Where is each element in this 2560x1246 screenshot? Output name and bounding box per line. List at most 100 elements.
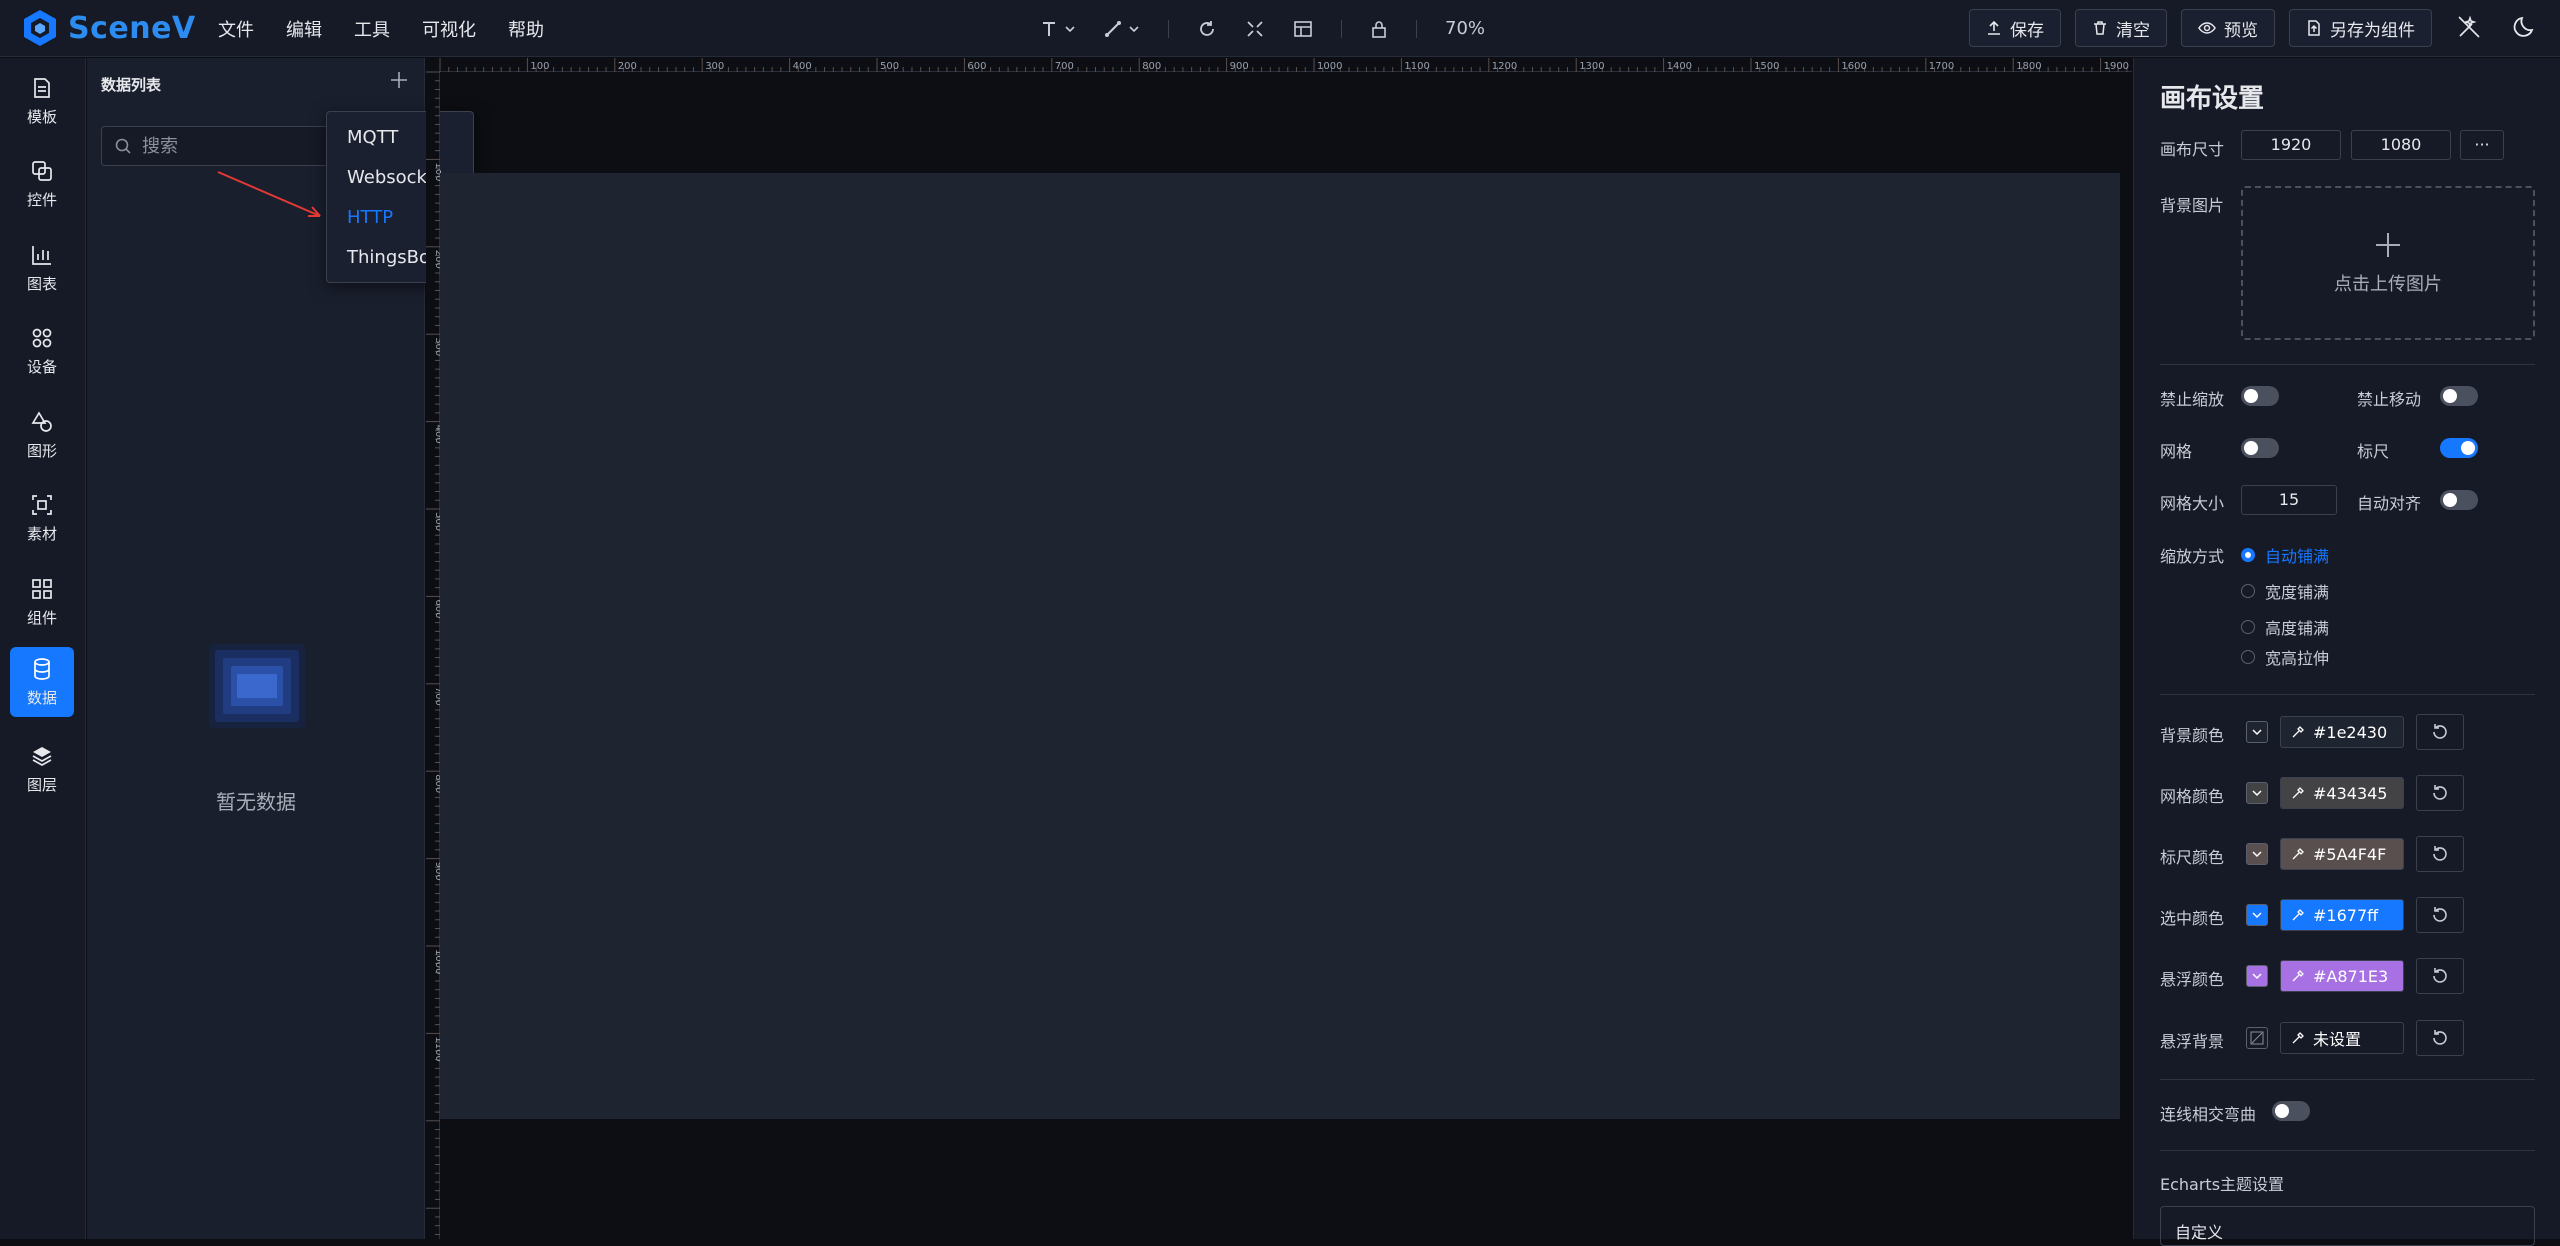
grid-switch[interactable] [2241,438,2279,458]
nav-shapes[interactable]: 图形 [10,400,74,470]
nav-label: 图形 [26,441,57,460]
empty-text: 暂无数据 [216,790,296,814]
ruler-label: 900 [1230,61,1249,72]
color-value-field[interactable]: #1e2430 [2280,716,2404,748]
reset-icon [2433,785,2447,800]
color-label: 背景颜色 [2160,726,2225,745]
reset-icon [2433,1030,2447,1045]
reset-icon [2433,724,2447,739]
ruler-left[interactable]: 100 200 300 400 500 600 700 800 900 1000 1100 [426,58,440,1239]
settings-title: 画布设置 [2160,84,2265,114]
annotation-arrow-icon [210,166,330,226]
lock-icon [1372,20,1386,38]
line-tool-dropdown[interactable] [1104,20,1140,38]
save-button[interactable]: 保存 [1969,9,2061,47]
color-checkbox[interactable] [2246,721,2268,743]
lock-tool[interactable] [1370,19,1388,39]
nav-controls[interactable]: 控件 [10,149,74,219]
color-value-field[interactable]: #1677ff [2280,899,2404,931]
color-row: 选中颜色 #1677ff [2134,897,2560,937]
zoom-level[interactable]: 70% [1445,18,1485,39]
ruler-top[interactable]: 100 200 300 400 500 600 700 800 900 1000 1100 1200 1… [426,58,2132,72]
color-reset-button[interactable] [2416,958,2464,994]
preview-button[interactable]: 预览 [2181,9,2275,47]
nav-devices[interactable]: 设备 [10,316,74,386]
scale-mode-label: 缩放方式 [2160,547,2225,566]
upload-image-area[interactable]: 点击上传图片 [2241,186,2535,340]
text-tool-dropdown[interactable] [1040,20,1076,38]
nav-template[interactable]: 模板 [10,66,74,136]
chevron-down-icon [2252,851,2262,858]
eyedropper-icon [2292,909,2304,921]
disable-move-switch[interactable] [2440,386,2478,406]
dropdown-item-mqtt[interactable]: MQTT [327,118,473,158]
app-logo[interactable]: SceneV [22,8,196,48]
rotate-tool[interactable] [1197,19,1217,39]
menu-tools[interactable]: 工具 [354,16,390,42]
scale-mode-height[interactable]: 高度铺满 [2241,615,2329,639]
color-checkbox[interactable] [2246,843,2268,865]
save-as-component-button[interactable]: 另存为组件 [2289,9,2432,47]
menu-edit[interactable]: 编辑 [286,16,322,42]
fit-tool[interactable] [1245,19,1265,39]
upload-text: 点击上传图片 [2334,274,2442,295]
theme-toggle[interactable] [2512,14,2538,40]
ruler-label: 500 [880,61,899,72]
ruler-label: 200 [618,61,637,72]
auto-align-switch[interactable] [2440,490,2478,510]
color-reset-button[interactable] [2416,897,2464,933]
radio-dot [2241,548,2255,562]
ruler-label: 700 [1055,61,1074,72]
nav-label: 图表 [26,274,57,293]
ruler-label: 1100 [433,1036,440,1061]
color-checkbox[interactable] [2246,782,2268,804]
nav-data[interactable]: 数据 [10,647,74,717]
scale-mode-stretch[interactable]: 宽高拉伸 [2241,645,2329,669]
layout-tool[interactable] [1293,19,1313,39]
menu-visualize[interactable]: 可视化 [422,16,476,42]
color-checkbox[interactable] [2246,904,2268,926]
color-value-field[interactable]: #5A4F4F [2280,838,2404,870]
nav-charts[interactable]: 图表 [10,233,74,303]
disable-zoom-switch[interactable] [2241,386,2279,406]
layers-icon [32,746,52,766]
search-input[interactable] [142,135,342,157]
color-checkbox[interactable] [2246,1027,2268,1049]
template-icon [34,77,50,98]
color-reset-button[interactable] [2416,714,2464,750]
scale-mode-auto[interactable]: 自动铺满 [2241,543,2329,567]
color-value-field[interactable]: 未设置 [2280,1022,2404,1054]
settings-tool[interactable] [2456,14,2482,40]
bg-image-label: 背景图片 [2160,196,2225,215]
color-value-field[interactable]: #434345 [2280,777,2404,809]
nav-components[interactable]: 组件 [10,567,74,637]
ruler-switch[interactable] [2440,438,2478,458]
canvas-height-input[interactable]: 1080 [2351,130,2451,160]
color-value: #1e2430 [2313,722,2388,742]
add-datasource-button[interactable] [387,68,411,92]
color-reset-button[interactable] [2416,836,2464,872]
nav-layers[interactable]: 图层 [10,734,74,804]
grid-size-input[interactable]: 15 [2241,485,2337,515]
ruler-label: 100 [530,61,549,72]
canvas-board[interactable] [440,173,2120,1119]
echarts-theme-select[interactable]: 自定义 [2160,1206,2535,1246]
color-row: 网格颜色 #434345 [2134,775,2560,815]
menu-file[interactable]: 文件 [218,16,254,42]
color-checkbox[interactable] [2246,965,2268,987]
canvas-width-input[interactable]: 1920 [2241,130,2341,160]
color-reset-button[interactable] [2416,1020,2464,1056]
scale-mode-width[interactable]: 宽度铺满 [2241,579,2329,603]
color-value-field[interactable]: #A871E3 [2280,960,2404,992]
clear-label: 清空 [2116,20,2150,41]
menu-help[interactable]: 帮助 [508,16,544,42]
more-button[interactable]: ··· [2460,130,2504,160]
color-reset-button[interactable] [2416,775,2464,811]
moon-icon [2513,16,2534,37]
clear-button[interactable]: 清空 [2075,9,2167,47]
ruler-label: 800 [1142,61,1161,72]
color-row: 悬浮颜色 #A871E3 [2134,958,2560,998]
nav-materials[interactable]: 素材 [10,483,74,553]
line-curve-switch[interactable] [2272,1101,2310,1121]
chevron-down-icon [2252,729,2262,736]
